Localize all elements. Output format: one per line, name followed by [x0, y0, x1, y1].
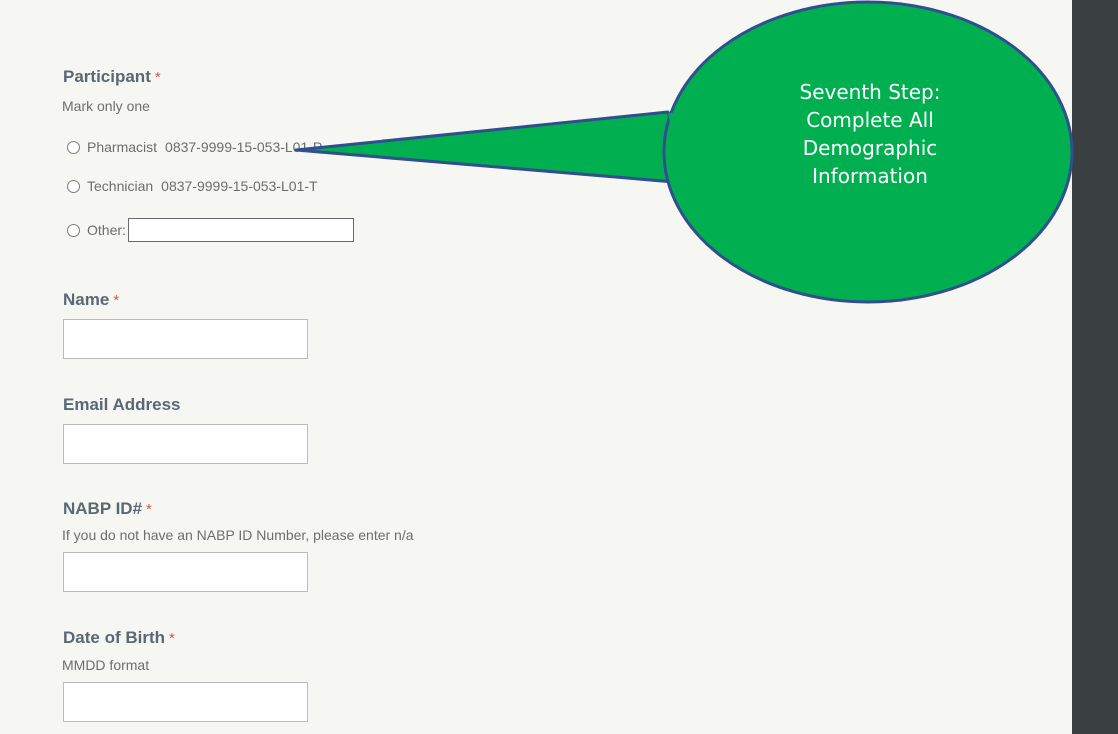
callout-line: Complete All — [806, 108, 934, 132]
callout-text: Seventh Step: Complete All Demographic I… — [740, 78, 1000, 190]
callout-line: Seventh Step: — [799, 80, 941, 104]
callout-line: Demographic — [802, 136, 938, 160]
callout-line: Information — [812, 164, 928, 188]
callout-pointer — [294, 110, 688, 185]
